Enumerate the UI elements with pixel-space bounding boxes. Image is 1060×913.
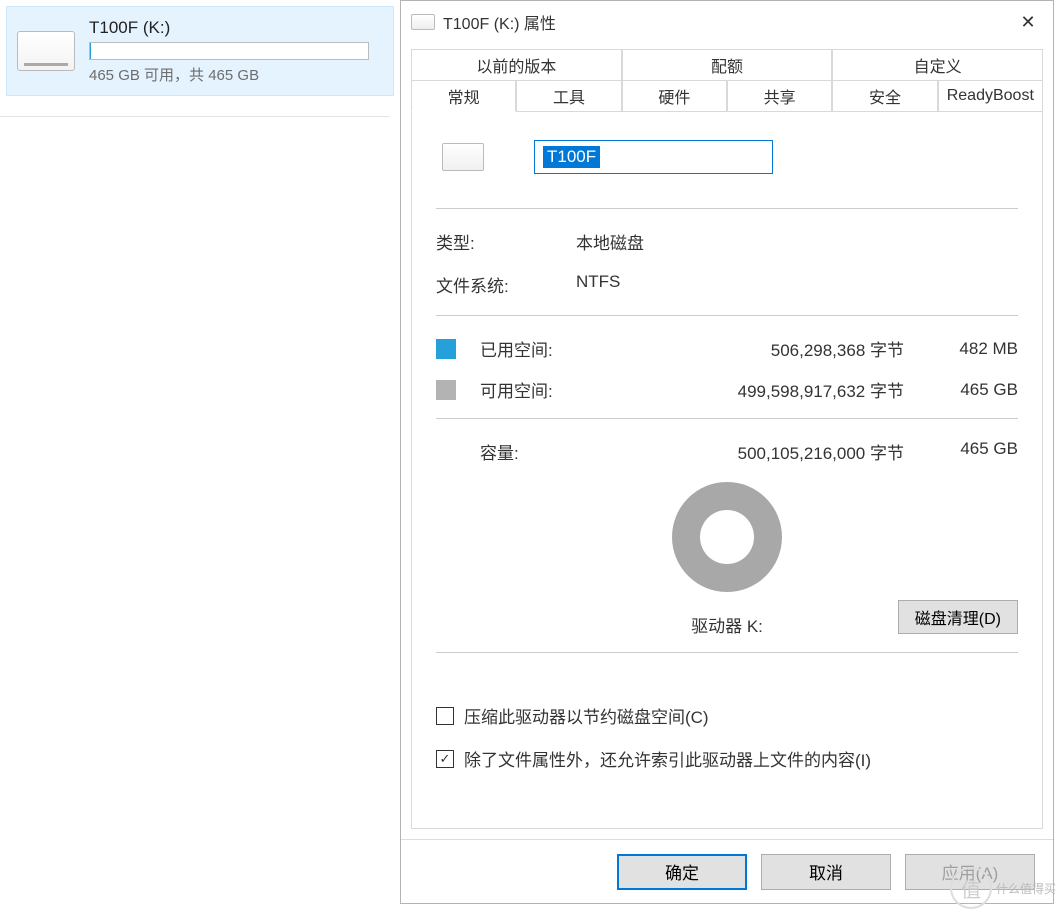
free-space-size: 465 GB xyxy=(932,380,1018,400)
tab-general[interactable]: 常规 xyxy=(411,80,516,112)
compress-checkbox-label: 压缩此驱动器以节约磁盘空间(C) xyxy=(464,703,709,728)
free-space-label: 可用空间: xyxy=(480,377,600,402)
usage-donut-chart xyxy=(672,482,782,592)
used-color-swatch xyxy=(436,339,456,359)
cancel-button[interactable]: 取消 xyxy=(761,854,891,890)
tab-sharing[interactable]: 共享 xyxy=(727,80,832,112)
properties-dialog: T100F (K:) 属性 ✕ 以前的版本 配额 自定义 常规 工具 硬件 共享… xyxy=(400,0,1054,904)
used-space-bytes: 506,298,368 字节 xyxy=(600,336,932,361)
drive-usage-bar xyxy=(89,42,369,60)
tab-tools[interactable]: 工具 xyxy=(516,80,621,112)
tab-security[interactable]: 安全 xyxy=(832,80,937,112)
watermark-text: 什么值得买 xyxy=(996,880,1056,897)
drive-icon xyxy=(442,143,484,171)
used-space-label: 已用空间: xyxy=(480,336,600,361)
tab-previous-versions[interactable]: 以前的版本 xyxy=(411,49,622,81)
divider xyxy=(0,116,390,117)
pie-drive-label: 驱动器 K: xyxy=(691,612,763,637)
type-label: 类型: xyxy=(436,229,576,254)
watermark: 值 什么值得买 xyxy=(950,867,1056,909)
drive-tile-subtitle: 465 GB 可用，共 465 GB xyxy=(89,64,383,85)
disk-cleanup-button[interactable]: 磁盘清理(D) xyxy=(898,600,1018,634)
capacity-label: 容量: xyxy=(436,439,600,464)
drive-icon xyxy=(411,14,435,30)
capacity-size: 465 GB xyxy=(932,439,1018,464)
tab-quota[interactable]: 配额 xyxy=(622,49,833,81)
index-checkbox-label: 除了文件属性外，还允许索引此驱动器上文件的内容(I) xyxy=(464,746,871,771)
tab-content-general: T100F 类型: 本地磁盘 文件系统: NTFS 已用空间: 506,298,… xyxy=(411,112,1043,829)
capacity-bytes: 500,105,216,000 字节 xyxy=(600,439,932,464)
filesystem-value: NTFS xyxy=(576,272,620,297)
close-button[interactable]: ✕ xyxy=(1003,1,1053,43)
dialog-title: T100F (K:) 属性 xyxy=(443,10,556,34)
watermark-icon: 值 xyxy=(950,867,992,909)
tab-hardware[interactable]: 硬件 xyxy=(622,80,727,112)
drive-tile[interactable]: T100F (K:) 465 GB 可用，共 465 GB xyxy=(6,6,394,96)
drive-tile-title: T100F (K:) xyxy=(89,18,383,38)
drive-name-selection: T100F xyxy=(543,146,600,168)
titlebar[interactable]: T100F (K:) 属性 ✕ xyxy=(401,1,1053,43)
compress-checkbox[interactable] xyxy=(436,707,454,725)
tab-readyboost[interactable]: ReadyBoost xyxy=(938,80,1043,112)
filesystem-label: 文件系统: xyxy=(436,272,576,297)
tab-customize[interactable]: 自定义 xyxy=(832,49,1043,81)
type-value: 本地磁盘 xyxy=(576,229,644,254)
free-space-bytes: 499,598,917,632 字节 xyxy=(600,377,932,402)
free-color-swatch xyxy=(436,380,456,400)
ok-button[interactable]: 确定 xyxy=(617,854,747,890)
used-space-size: 482 MB xyxy=(932,339,1018,359)
drive-icon xyxy=(17,31,75,71)
index-checkbox[interactable]: ✓ xyxy=(436,750,454,768)
